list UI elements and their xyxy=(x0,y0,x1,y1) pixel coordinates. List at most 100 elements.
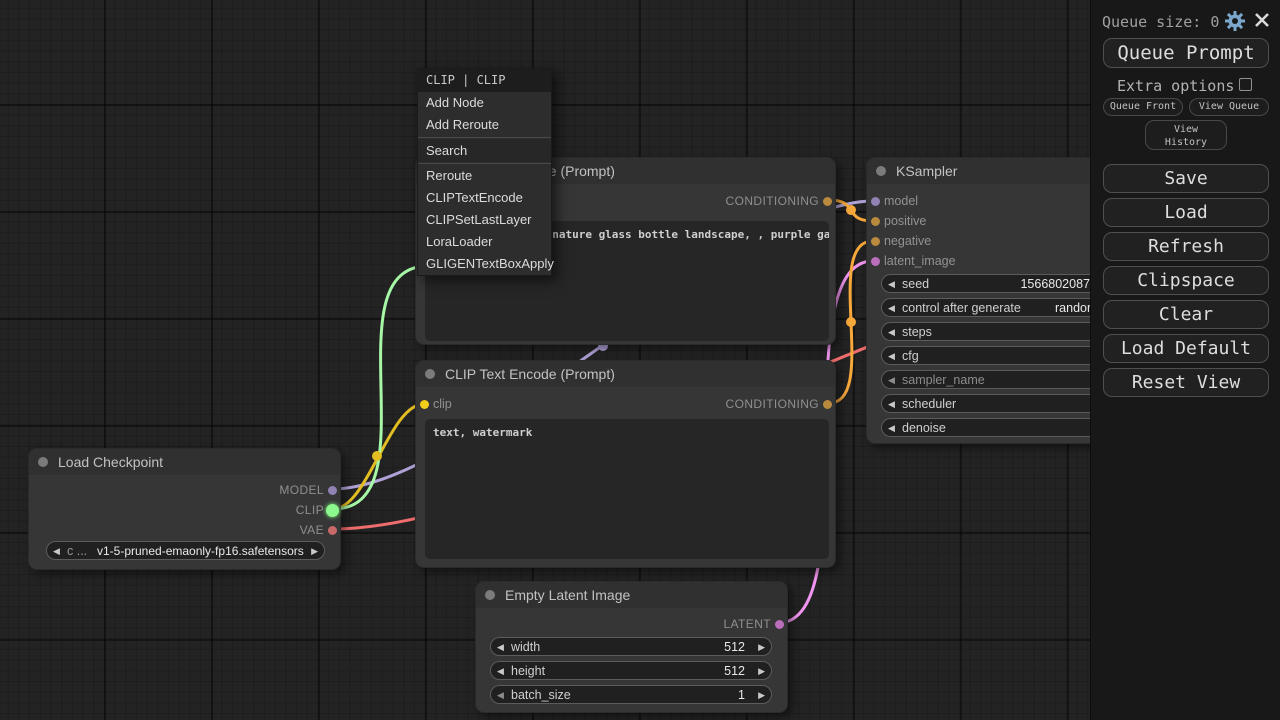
decrement-arrow-icon[interactable]: ◀ xyxy=(888,324,895,341)
widget-label: control after generate xyxy=(902,300,1021,317)
node-title-bar[interactable]: CLIP Text Encode (Prompt) xyxy=(416,361,835,387)
node-title: CLIP Text Encode (Prompt) xyxy=(445,366,615,382)
decrement-arrow-icon[interactable]: ◀ xyxy=(888,300,895,317)
vae-output-dot[interactable] xyxy=(328,526,337,535)
view-history-button[interactable]: View History xyxy=(1145,120,1227,150)
close-icon[interactable] xyxy=(1254,12,1270,28)
menu-item-gligentextboxapply[interactable]: GLIGENTextBoxApply xyxy=(418,253,551,275)
clear-button[interactable]: Clear xyxy=(1103,300,1269,329)
node-title-bar[interactable]: Empty Latent Image xyxy=(476,582,787,608)
node-title-bar[interactable]: Load Checkpoint xyxy=(29,449,340,475)
queue-prompt-button[interactable]: Queue Prompt xyxy=(1103,38,1269,68)
widget-value: 512 xyxy=(724,663,745,680)
model-input-dot[interactable] xyxy=(871,197,880,206)
clip-output-dot-highlighted[interactable] xyxy=(326,504,339,517)
menu-item-clipsetlastlayer[interactable]: CLIPSetLastLayer xyxy=(418,209,551,231)
decrement-arrow-icon[interactable]: ◀ xyxy=(888,276,895,293)
vae-output-label: VAE xyxy=(300,523,324,537)
increment-arrow-icon[interactable]: ▶ xyxy=(758,663,765,680)
widget-label: seed xyxy=(902,276,929,293)
batch-size-widget[interactable]: ◀ batch_size 1 ▶ xyxy=(490,685,772,704)
collapse-dot-icon[interactable] xyxy=(485,590,495,600)
menu-item-cliptextencode[interactable]: CLIPTextEncode xyxy=(418,187,551,209)
decrement-arrow-icon[interactable]: ◀ xyxy=(888,348,895,365)
latent-image-input-label: latent_image xyxy=(884,254,956,268)
collapse-dot-icon[interactable] xyxy=(876,166,886,176)
queue-size-label: Queue size: 0 xyxy=(1102,13,1219,31)
clip-input-label: clip xyxy=(433,397,452,411)
decrement-arrow-icon[interactable]: ◀ xyxy=(497,687,504,704)
menu-item-add-reroute[interactable]: Add Reroute xyxy=(418,114,551,136)
collapse-dot-icon[interactable] xyxy=(425,369,435,379)
width-widget[interactable]: ◀ width 512 ▶ xyxy=(490,637,772,656)
conditioning-output-dot[interactable] xyxy=(823,197,832,206)
conditioning-output-label: CONDITIONING xyxy=(726,397,819,411)
clipspace-button[interactable]: Clipspace xyxy=(1103,266,1269,295)
latent-output-label: LATENT xyxy=(723,617,771,631)
decrement-arrow-icon[interactable]: ◀ xyxy=(888,420,895,437)
height-widget[interactable]: ◀ height 512 ▶ xyxy=(490,661,772,680)
model-output-dot[interactable] xyxy=(328,486,337,495)
negative-input-label: negative xyxy=(884,234,931,248)
widget-value: 1566802087 xyxy=(1020,276,1090,293)
reset-view-button[interactable]: Reset View xyxy=(1103,368,1269,397)
latent-image-input-dot[interactable] xyxy=(871,257,880,266)
queue-front-button[interactable]: Queue Front xyxy=(1103,98,1183,116)
widget-value: 512 xyxy=(724,639,745,656)
decrement-arrow-icon[interactable]: ◀ xyxy=(497,639,504,656)
clip-input-dot[interactable] xyxy=(420,400,429,409)
increment-arrow-icon[interactable]: ▶ xyxy=(758,639,765,656)
load-button[interactable]: Load xyxy=(1103,198,1269,227)
widget-label: width xyxy=(511,639,540,656)
negative-input-dot[interactable] xyxy=(871,237,880,246)
comfyui-app: CLIP Text Encode (Prompt) clip CONDITION… xyxy=(0,0,1280,720)
node-load-checkpoint[interactable]: Load Checkpoint MODEL CLIP VAE ◀ c ... v… xyxy=(28,448,341,570)
node-title: Empty Latent Image xyxy=(505,587,630,603)
widget-label: denoise xyxy=(902,420,946,437)
widget-label: height xyxy=(511,663,545,680)
ckpt-name-widget[interactable]: ◀ c ... v1-5-pruned-emaonly-fp16.safeten… xyxy=(46,541,325,560)
increment-arrow-icon[interactable]: ▶ xyxy=(758,687,765,704)
collapse-dot-icon[interactable] xyxy=(38,457,48,467)
conditioning-output-dot[interactable] xyxy=(823,400,832,409)
node-title: KSampler xyxy=(896,163,957,179)
decrement-arrow-icon[interactable]: ◀ xyxy=(888,396,895,413)
conditioning-output-label: CONDITIONING xyxy=(726,194,819,208)
node-title: Load Checkpoint xyxy=(58,454,163,470)
link-midpoint-dot xyxy=(846,205,856,215)
menu-item-reroute[interactable]: Reroute xyxy=(418,165,551,187)
prompt-textarea[interactable]: text, watermark xyxy=(425,419,829,559)
save-button[interactable]: Save xyxy=(1103,164,1269,193)
view-queue-button[interactable]: View Queue xyxy=(1189,98,1269,116)
link-midpoint-dot xyxy=(372,451,382,461)
dragging-link-wire xyxy=(333,266,426,509)
link-midpoint-dot xyxy=(846,317,856,327)
extra-options-checkbox[interactable] xyxy=(1239,78,1252,91)
load-default-button[interactable]: Load Default xyxy=(1103,334,1269,363)
latent-output-dot[interactable] xyxy=(775,620,784,629)
decrement-arrow-icon[interactable]: ◀ xyxy=(497,663,504,680)
menu-separator xyxy=(418,137,551,138)
decrement-arrow-icon[interactable]: ◀ xyxy=(888,372,895,389)
menu-item-add-node[interactable]: Add Node xyxy=(418,92,551,114)
widget-value: v1-5-pruned-emaonly-fp16.safetensors xyxy=(97,543,304,560)
refresh-button[interactable]: Refresh xyxy=(1103,232,1269,261)
menu-item-loraloader[interactable]: LoraLoader xyxy=(418,231,551,253)
comfy-menu-panel: Queue size: 0 Queue Prompt Extra options… xyxy=(1090,0,1280,720)
widget-label: batch_size xyxy=(511,687,571,704)
widget-label: c ... xyxy=(67,543,87,560)
extra-options-label: Extra options xyxy=(1117,77,1234,95)
positive-input-label: positive xyxy=(884,214,926,228)
decrement-arrow-icon[interactable]: ◀ xyxy=(53,543,60,560)
widget-value: 1 xyxy=(738,687,745,704)
model-input-label: model xyxy=(884,194,918,208)
node-empty-latent-image[interactable]: Empty Latent Image LATENT ◀ width 512 ▶ … xyxy=(475,581,788,713)
widget-label: steps xyxy=(902,324,932,341)
graph-canvas[interactable]: CLIP Text Encode (Prompt) clip CONDITION… xyxy=(0,0,1090,720)
node-clip-text-encode-negative[interactable]: CLIP Text Encode (Prompt) [data-name="cl… xyxy=(415,360,836,568)
settings-gear-icon[interactable] xyxy=(1225,11,1245,31)
positive-input-dot[interactable] xyxy=(871,217,880,226)
clip-output-label: CLIP xyxy=(296,503,324,517)
increment-arrow-icon[interactable]: ▶ xyxy=(311,543,318,560)
menu-item-search[interactable]: Search xyxy=(418,139,551,162)
